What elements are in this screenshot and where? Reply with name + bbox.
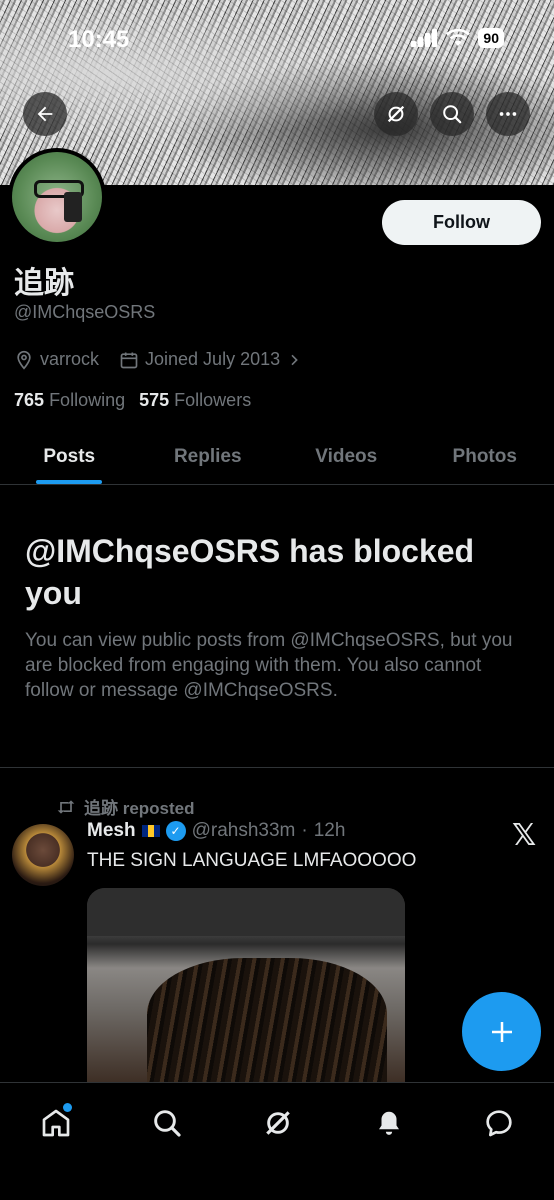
avatar-image — [12, 152, 102, 242]
search-button[interactable] — [430, 92, 474, 136]
nav-search[interactable] — [147, 1103, 187, 1143]
tab-replies[interactable]: Replies — [139, 430, 278, 484]
post-media[interactable] — [87, 888, 405, 1088]
status-time: 10:45 — [68, 26, 130, 53]
profile-tabs: Posts Replies Videos Photos — [0, 430, 554, 485]
post-author-avatar[interactable] — [12, 824, 74, 886]
post-time[interactable]: 12h — [314, 820, 346, 842]
post-header: Mesh ✓ @rahsh33m · 12h — [87, 820, 345, 842]
joined-text: Joined July 2013 — [145, 349, 281, 369]
divider — [0, 767, 554, 768]
plus-icon — [491, 1021, 512, 1042]
profile-meta: varrock Joined July 2013 — [14, 349, 322, 370]
post-text: THE SIGN LANGUAGE LMFAOOOOO — [87, 850, 417, 871]
blocked-title: @IMChqseOSRS has blocked you — [25, 533, 475, 611]
location: varrock — [14, 349, 99, 370]
verified-badge-icon: ✓ — [165, 821, 186, 841]
joined-date[interactable]: Joined July 2013 — [119, 349, 302, 370]
status-bar: 10:45 90 — [0, 0, 554, 80]
more-icon — [499, 112, 517, 116]
nav-home[interactable] — [36, 1103, 76, 1143]
bottom-nav — [0, 1082, 554, 1200]
followers-label: Followers — [174, 390, 252, 410]
search-icon — [154, 1110, 181, 1137]
following-link[interactable]: 765 Following — [14, 390, 125, 411]
bell-icon — [379, 1111, 399, 1135]
message-icon — [486, 1110, 512, 1137]
location-pin-icon — [17, 350, 31, 370]
more-button[interactable] — [486, 92, 530, 136]
tab-posts[interactable]: Posts — [0, 430, 139, 484]
status-icons: 90 — [410, 28, 504, 48]
following-label: Following — [49, 390, 126, 410]
barbados-flag-icon — [141, 825, 160, 837]
nav-grok[interactable] — [258, 1103, 298, 1143]
profile-handle: @IMChqseOSRS — [14, 302, 156, 322]
followers-count: 575 — [139, 390, 170, 410]
repost-icon — [57, 799, 75, 814]
arrow-left-icon — [37, 106, 53, 122]
tab-photos[interactable]: Photos — [416, 430, 554, 484]
notification-dot — [63, 1103, 72, 1112]
repost-indicator[interactable]: 追跡 reposted — [56, 794, 195, 819]
post-author-handle[interactable]: @rahsh33m — [192, 820, 296, 842]
location-text: varrock — [40, 349, 100, 369]
search-icon — [443, 105, 462, 124]
x-logo-icon: 𝕏 — [512, 819, 537, 852]
nav-messages[interactable] — [479, 1103, 519, 1143]
blocked-notice: @IMChqseOSRS has blocked you You can vie… — [25, 530, 535, 703]
calendar-icon — [120, 352, 138, 368]
nav-notifications[interactable] — [369, 1103, 409, 1143]
grok-icon — [266, 1111, 290, 1135]
follow-stats: 765 Following 575 Followers — [14, 390, 251, 411]
battery-indicator: 90 — [478, 28, 504, 48]
post-author-name[interactable]: Mesh — [87, 820, 136, 842]
following-count: 765 — [14, 390, 45, 410]
grok-button[interactable] — [374, 92, 418, 136]
follow-button[interactable]: Follow — [382, 200, 541, 245]
cellular-signal-icon — [411, 29, 438, 47]
back-button[interactable] — [23, 92, 67, 136]
display-name: 追跡 — [14, 267, 74, 300]
tab-videos[interactable]: Videos — [277, 430, 416, 484]
wifi-icon — [446, 29, 471, 46]
chevron-right-icon — [291, 354, 298, 365]
blocked-description: You can view public posts from @IMChqseO… — [25, 630, 513, 701]
profile-avatar[interactable] — [8, 148, 106, 246]
followers-link[interactable]: 575 Followers — [139, 390, 251, 411]
compose-button[interactable] — [462, 992, 541, 1071]
grok-icon — [387, 105, 405, 123]
post-separator: · — [301, 820, 308, 841]
repost-label: 追跡 reposted — [84, 799, 195, 818]
